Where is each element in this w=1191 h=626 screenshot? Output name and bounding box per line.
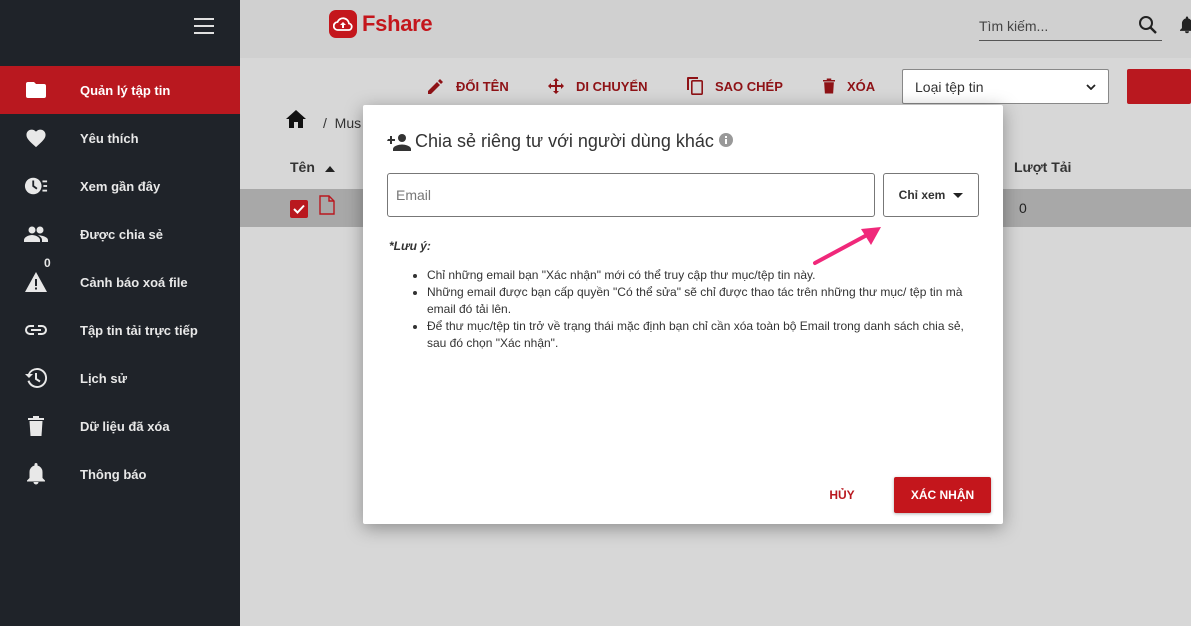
sidebar-item-label: Thông báo [80, 466, 147, 482]
breadcrumb: / Mus [323, 115, 362, 131]
permission-value: Chỉ xem [898, 188, 946, 202]
copy-icon [687, 77, 703, 95]
people-icon [24, 222, 48, 246]
sidebar-item-label: Dữ liệu đã xóa [80, 418, 170, 434]
confirm-button[interactable]: XÁC NHẬN [894, 477, 991, 513]
sidebar-item-label: Tập tin tải trực tiếp [80, 322, 198, 338]
sidebar-item-shared[interactable]: Được chia sẻ [0, 210, 240, 258]
row-downloads: 0 [1019, 200, 1027, 216]
note-list: Chỉ những email bạn "Xác nhận" mới có th… [411, 267, 981, 352]
delete-button[interactable]: XÓA [823, 76, 875, 96]
sidebar-header [0, 0, 240, 58]
move-label: DI CHUYỂN [576, 78, 648, 94]
column-header-name-label: Tên [290, 159, 315, 175]
dialog-title-text: Chia sẻ riêng tư với người dùng khác [415, 131, 714, 151]
rename-label: ĐỔI TÊN [456, 78, 509, 94]
heart-icon [24, 126, 48, 150]
search-input[interactable] [979, 13, 1129, 39]
copy-button[interactable]: SAO CHÉP [687, 76, 783, 96]
breadcrumb-folder[interactable]: Mus [335, 115, 361, 131]
sidebar-item-label: Cảnh báo xoá file [80, 274, 188, 290]
sidebar-item-history[interactable]: Lịch sử [0, 354, 240, 402]
upload-button[interactable] [1127, 69, 1191, 104]
caret-down-icon [953, 192, 964, 198]
menu-icon[interactable] [194, 18, 214, 34]
notification-bell-icon[interactable] [1180, 14, 1191, 41]
link-icon [24, 318, 48, 342]
cloud-logo-icon [329, 10, 357, 38]
file-type-value: Loại tệp tin [915, 78, 984, 95]
chevron-down-icon [1086, 83, 1096, 90]
top-bar: Fshare [240, 0, 1191, 58]
sidebar-item-label: Lịch sử [80, 370, 127, 386]
email-field[interactable] [387, 173, 875, 217]
pointer-arrow-icon [813, 227, 881, 265]
sidebar: Quản lý tập tin Yêu thích Xem gần đây Đư… [0, 0, 240, 626]
sort-asc-icon [324, 166, 335, 172]
warning-icon [24, 270, 48, 294]
file-type-select[interactable]: Loại tệp tin [902, 69, 1109, 104]
history-icon [24, 366, 48, 390]
list-item: Để thư mục/tệp tin trở về trạng thái mặc… [427, 318, 981, 352]
list-item: Chỉ những email bạn "Xác nhận" mới có th… [427, 267, 981, 284]
note-title: *Lưu ý: [389, 239, 431, 253]
folder-icon [24, 78, 48, 102]
dialog-title: Chia sẻ riêng tư với người dùng khác [387, 131, 733, 152]
trash-icon [24, 414, 48, 438]
warning-count-badge: 0 [44, 256, 51, 270]
bell-icon [24, 462, 48, 486]
info-icon[interactable] [718, 131, 733, 152]
row-checkbox[interactable] [290, 200, 308, 218]
move-arrows-icon [548, 78, 564, 94]
sidebar-item-delete-warning[interactable]: 0 Cảnh báo xoá file [0, 256, 240, 306]
check-icon [293, 204, 305, 214]
file-icon [319, 195, 335, 220]
sidebar-item-deleted-data[interactable]: Dữ liệu đã xóa [0, 402, 240, 450]
recent-clock-icon [24, 174, 48, 198]
brand-name: Fshare [362, 11, 433, 36]
delete-label: XÓA [847, 78, 876, 94]
copy-label: SAO CHÉP [715, 78, 783, 94]
person-add-icon [387, 133, 411, 151]
sidebar-item-label: Yêu thích [80, 130, 139, 146]
search-box [979, 13, 1162, 41]
sidebar-item-label: Được chia sẻ [80, 226, 163, 242]
sidebar-item-notifications[interactable]: Thông báo [0, 450, 240, 498]
sidebar-item-recent[interactable]: Xem gần đây [0, 162, 240, 210]
trash-icon [823, 78, 835, 94]
column-header-downloads[interactable]: Lượt Tải [1014, 159, 1071, 175]
sidebar-item-favorites[interactable]: Yêu thích [0, 114, 240, 162]
cancel-button[interactable]: HỦY [803, 478, 881, 512]
search-icon[interactable] [1138, 15, 1158, 40]
sidebar-item-label: Quản lý tập tin [80, 82, 171, 98]
list-item: Những email được bạn cấp quyền "Có thể s… [427, 284, 981, 318]
home-icon[interactable] [286, 110, 306, 133]
column-header-name[interactable]: Tên [290, 159, 335, 175]
brand-logo[interactable]: Fshare [329, 10, 433, 38]
move-button[interactable]: DI CHUYỂN [548, 76, 648, 96]
rename-button[interactable]: ĐỔI TÊN [428, 76, 509, 96]
share-dialog: Chia sẻ riêng tư với người dùng khác Chỉ… [363, 105, 1003, 524]
sidebar-item-file-manager[interactable]: Quản lý tập tin [0, 66, 240, 114]
sidebar-item-label: Xem gần đây [80, 178, 161, 194]
pencil-icon [428, 79, 443, 94]
sidebar-item-direct-download[interactable]: Tập tin tải trực tiếp [0, 306, 240, 354]
permission-dropdown[interactable]: Chỉ xem [883, 173, 979, 217]
